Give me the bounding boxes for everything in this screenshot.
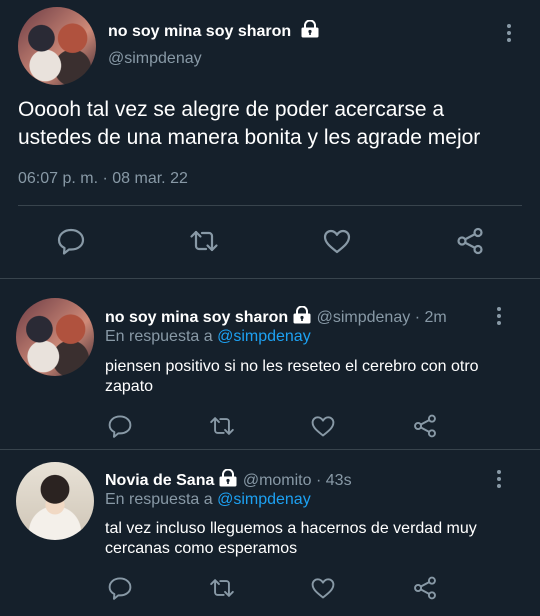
author-name[interactable]: no soy mina soy sharon: [105, 309, 288, 326]
reply-context: En respuesta a @simpdenay: [105, 328, 311, 346]
reply-age: 2m: [424, 309, 447, 326]
reply-text: tal vez incluso lleguemos a hacernos de …: [105, 520, 477, 557]
reply-text: piensen positivo si no les reseteo el ce…: [105, 358, 479, 395]
share-icon[interactable]: [412, 575, 438, 601]
reply-header: no soy mina soy sharon @simpdenay · 2m: [105, 306, 447, 327]
lock-icon: [292, 306, 312, 324]
reply-icon[interactable]: [107, 575, 133, 601]
author-handle[interactable]: @simpdenay: [108, 50, 202, 68]
reply-age: 43s: [325, 472, 352, 489]
lock-icon: [218, 469, 238, 487]
lock-icon: [300, 20, 320, 38]
main-tweet-text: Ooooh tal vez se alegre de poder acercar…: [18, 98, 481, 149]
retweet-icon[interactable]: [209, 413, 235, 439]
reply-to-link[interactable]: @simpdenay: [217, 328, 311, 345]
separator: ·: [315, 472, 322, 489]
reply-context: En respuesta a @simpdenay: [105, 491, 311, 509]
main-reply-icon[interactable]: [56, 226, 86, 256]
reply-avatar[interactable]: [16, 298, 94, 376]
author-name[interactable]: Novia de Sana: [105, 472, 214, 489]
divider: [0, 278, 540, 279]
main-tweet-timestamp: 06:07 p. m. · 08 mar. 22: [18, 170, 188, 187]
author-handle[interactable]: @momito: [243, 472, 312, 489]
main-retweet-icon[interactable]: [189, 226, 219, 256]
main-like-icon[interactable]: [322, 226, 352, 256]
main-tweet-avatar[interactable]: [18, 7, 96, 85]
reply-icon[interactable]: [107, 413, 133, 439]
like-icon[interactable]: [310, 575, 336, 601]
more-icon[interactable]: [497, 307, 503, 328]
more-icon[interactable]: [497, 470, 503, 491]
share-icon[interactable]: [412, 413, 438, 439]
author-handle[interactable]: @simpdenay: [317, 309, 411, 326]
divider: [0, 449, 540, 450]
retweet-icon[interactable]: [209, 575, 235, 601]
author-name[interactable]: no soy mina soy sharon: [108, 23, 291, 40]
reply-to-link[interactable]: @simpdenay: [217, 491, 311, 508]
reply-header: Novia de Sana @momito · 43s: [105, 469, 352, 490]
separator: ·: [414, 309, 421, 326]
like-icon[interactable]: [310, 413, 336, 439]
reply-prefix: En respuesta a: [105, 491, 213, 508]
more-icon[interactable]: [507, 24, 513, 45]
main-share-icon[interactable]: [455, 226, 485, 256]
reply-avatar[interactable]: [16, 462, 94, 540]
reply-prefix: En respuesta a: [105, 328, 213, 345]
main-tweet-author: no soy mina soy sharon: [108, 20, 320, 41]
divider: [18, 205, 522, 206]
